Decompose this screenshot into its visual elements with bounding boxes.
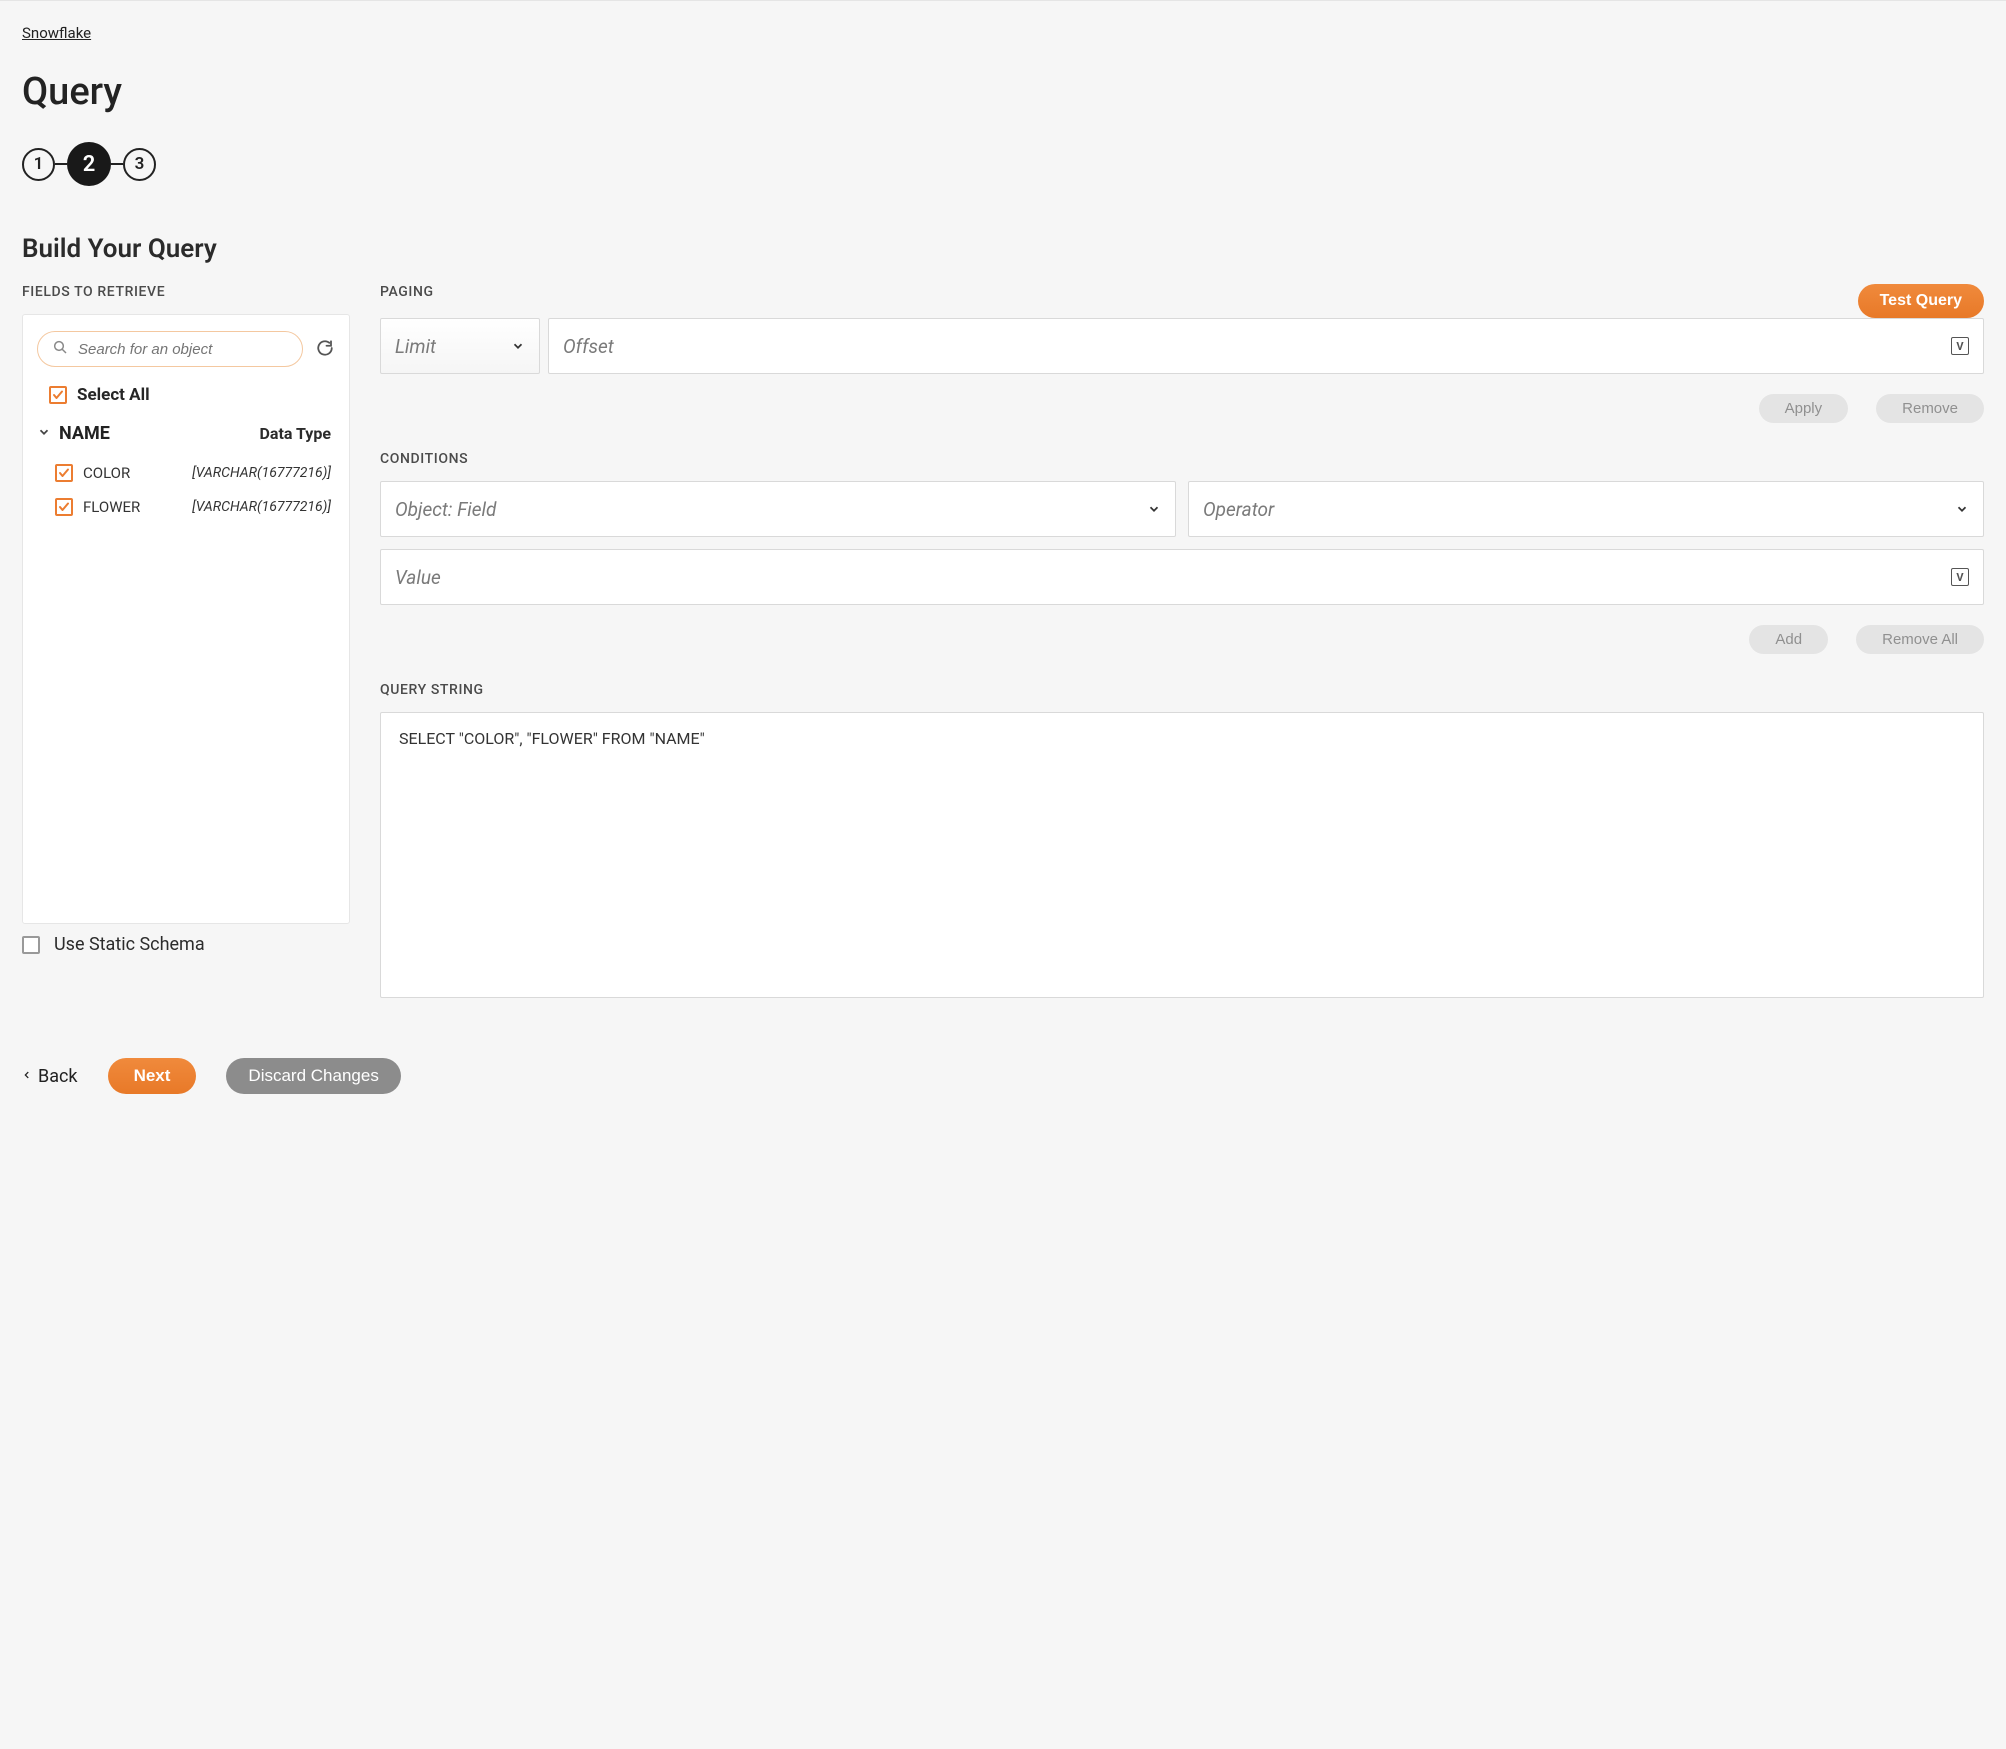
select-all-label: Select All: [77, 385, 150, 405]
static-schema-label: Use Static Schema: [54, 934, 205, 955]
section-title: Build Your Query: [22, 234, 1984, 264]
offset-input[interactable]: Offset V: [548, 318, 1984, 374]
next-button[interactable]: Next: [108, 1058, 197, 1094]
query-string-label: QUERY STRING: [380, 682, 1984, 698]
datatype-header: Data Type: [260, 424, 332, 443]
fields-panel: Select All NAME Data Type: [22, 314, 350, 924]
operator-placeholder: Operator: [1203, 498, 1274, 521]
step-line: [55, 163, 67, 165]
remove-button[interactable]: Remove: [1876, 394, 1984, 423]
operator-dropdown[interactable]: Operator: [1188, 481, 1984, 537]
field-checkbox-flower[interactable]: [55, 498, 73, 516]
page-title: Query: [22, 70, 1984, 114]
refresh-icon: [316, 339, 334, 360]
conditions-label: CONDITIONS: [380, 451, 1984, 467]
paging-label: PAGING: [380, 284, 1858, 300]
field-checkbox-color[interactable]: [55, 464, 73, 482]
step-2[interactable]: 2: [67, 142, 111, 186]
chevron-down-icon: [511, 335, 525, 358]
remove-all-conditions-button[interactable]: Remove All: [1856, 625, 1984, 654]
search-input-wrap[interactable]: [37, 331, 303, 367]
static-schema-checkbox[interactable]: [22, 936, 40, 954]
field-name: FLOWER: [83, 498, 140, 516]
value-placeholder: Value: [395, 566, 441, 589]
select-all-checkbox[interactable]: [49, 386, 67, 404]
test-query-button[interactable]: Test Query: [1858, 284, 1984, 318]
apply-button[interactable]: Apply: [1759, 394, 1849, 423]
field-type: [VARCHAR(16777216)]: [192, 499, 331, 515]
step-3[interactable]: 3: [123, 148, 156, 181]
search-icon: [52, 339, 68, 359]
fields-label: FIELDS TO RETRIEVE: [22, 284, 350, 300]
chevron-down-icon: [1955, 498, 1969, 521]
variable-icon[interactable]: V: [1951, 337, 1969, 355]
step-line: [111, 163, 123, 165]
breadcrumb[interactable]: Snowflake: [22, 24, 91, 42]
add-condition-button[interactable]: Add: [1749, 625, 1828, 654]
refresh-button[interactable]: [315, 339, 335, 359]
limit-dropdown[interactable]: Limit: [380, 318, 540, 374]
query-string-input[interactable]: [380, 712, 1984, 998]
chevron-down-icon: [1147, 498, 1161, 521]
field-item: COLOR [VARCHAR(16777216)]: [37, 456, 335, 490]
chevron-down-icon[interactable]: [37, 424, 51, 443]
step-1[interactable]: 1: [22, 148, 55, 181]
field-name: COLOR: [83, 464, 130, 482]
chevron-left-icon: [22, 1066, 32, 1087]
field-type: [VARCHAR(16777216)]: [192, 465, 331, 481]
back-button[interactable]: Back: [22, 1066, 78, 1087]
offset-placeholder: Offset: [563, 335, 614, 358]
discard-button[interactable]: Discard Changes: [226, 1058, 400, 1094]
object-field-dropdown[interactable]: Object: Field: [380, 481, 1176, 537]
condition-value-input[interactable]: Value V: [380, 549, 1984, 605]
stepper: 1 2 3: [22, 142, 1984, 186]
limit-placeholder: Limit: [395, 335, 436, 358]
object-field-placeholder: Object: Field: [395, 498, 496, 521]
object-name-header: NAME: [59, 423, 110, 444]
search-input[interactable]: [78, 341, 288, 358]
field-item: FLOWER [VARCHAR(16777216)]: [37, 490, 335, 524]
variable-icon[interactable]: V: [1951, 568, 1969, 586]
back-label: Back: [38, 1066, 78, 1087]
